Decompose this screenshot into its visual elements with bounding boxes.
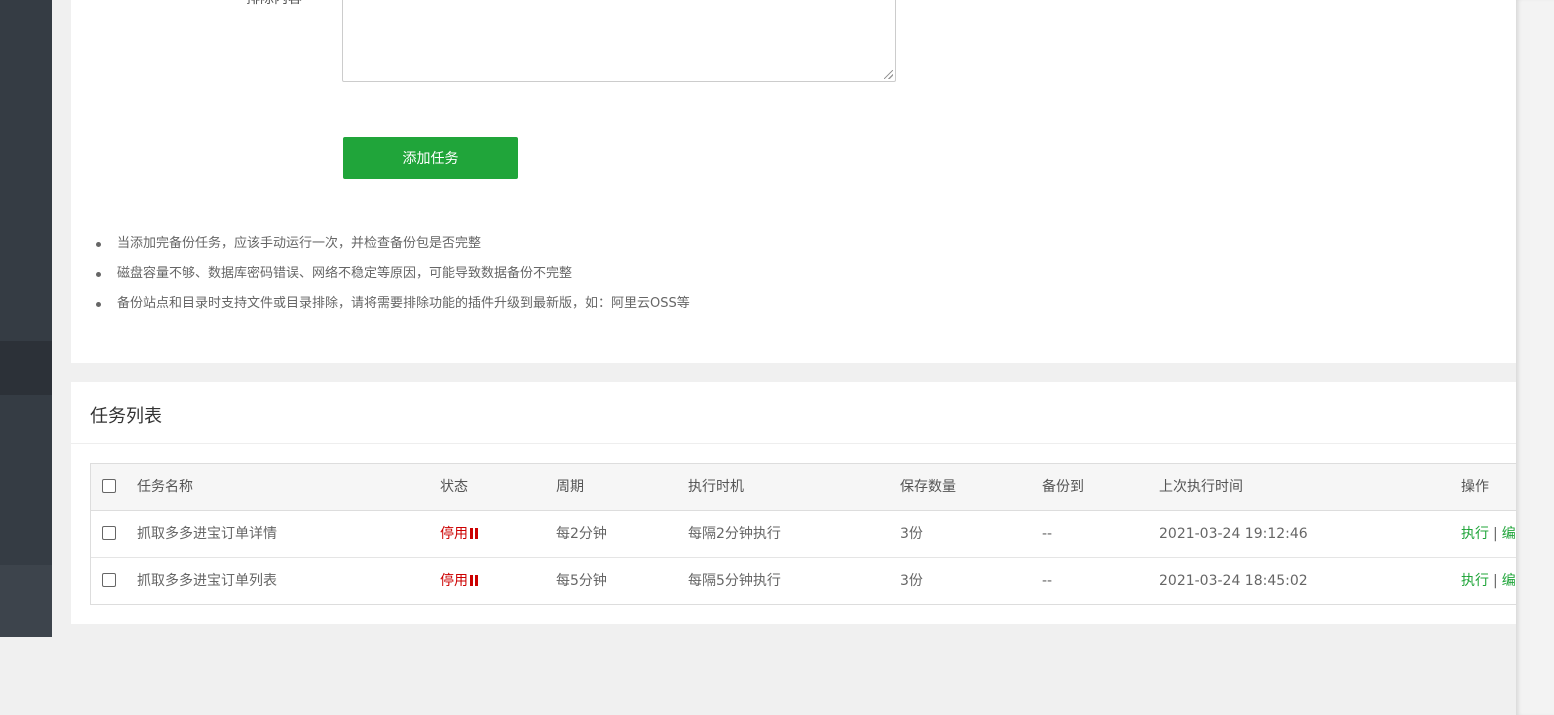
select-all-checkbox[interactable] [102,479,116,493]
column-header-cycle: 周期 [556,479,584,495]
status-label: 停用 [440,526,468,542]
run-link[interactable]: 执行 [1461,573,1489,589]
action-separator: | [1493,526,1498,542]
pause-icon [470,575,478,586]
resize-grip-icon[interactable] [884,70,893,79]
task-table: 任务名称 状态 周期 执行时机 保存数量 备份到 上次执行时间 操作 抓取多多进… [90,463,1516,605]
column-header-keep: 保存数量 [900,479,956,495]
scrollbar-track[interactable] [1516,0,1554,715]
status-toggle[interactable]: 停用 [440,558,478,604]
task-timing: 每隔2分钟执行 [688,526,781,542]
status-toggle[interactable]: 停用 [440,511,478,557]
divider [71,443,1516,444]
status-label: 停用 [440,573,468,589]
tip-item: 备份站点和目录时支持文件或目录排除，请将需要排除功能的插件升级到最新版，如：阿里… [94,292,690,322]
task-cycle: 每2分钟 [556,526,607,542]
edit-link[interactable]: 编 [1502,526,1516,542]
column-header-backup-to: 备份到 [1042,479,1084,495]
row-checkbox[interactable] [102,526,116,540]
task-list-title: 任务列表 [90,406,162,427]
run-link[interactable]: 执行 [1461,526,1489,542]
tip-item: 当添加完备份任务，应该手动运行一次，并检查备份包是否完整 [94,232,690,262]
row-checkbox[interactable] [102,573,116,587]
task-name: 抓取多多进宝订单详情 [137,526,277,542]
task-last-run: 2021-03-24 19:12:46 [1159,526,1308,542]
task-keep-count: 3份 [900,526,923,542]
sidebar-item[interactable] [0,565,52,637]
table-row: 抓取多多进宝订单详情 停用 每2分钟 每隔2分钟执行 3份 -- 2021-03… [91,511,1516,558]
table-row: 抓取多多进宝订单列表 停用 每5分钟 每隔5分钟执行 3份 -- 2021-03… [91,558,1516,604]
task-cycle: 每5分钟 [556,573,607,589]
task-backup-to: -- [1042,573,1053,589]
exclude-content-textarea[interactable] [342,0,896,82]
column-header-actions: 操作 [1461,479,1489,495]
column-header-last-run: 上次执行时间 [1159,479,1243,495]
column-header-timing: 执行时机 [688,479,744,495]
task-keep-count: 3份 [900,573,923,589]
sidebar [0,0,52,637]
action-separator: | [1493,573,1498,589]
exclude-content-label: 排除内容 [246,0,302,8]
tip-item: 磁盘容量不够、数据库密码错误、网络不稳定等原因，可能导致数据备份不完整 [94,262,690,292]
tips-list: 当添加完备份任务，应该手动运行一次，并检查备份包是否完整 磁盘容量不够、数据库密… [94,232,690,322]
task-actions: 执行 | 编 [1461,558,1516,604]
column-header-name: 任务名称 [137,479,193,495]
add-task-button[interactable]: 添加任务 [343,137,518,179]
task-actions: 执行 | 编 [1461,511,1516,557]
edit-link[interactable]: 编 [1502,573,1516,589]
task-last-run: 2021-03-24 18:45:02 [1159,573,1308,589]
task-name: 抓取多多进宝订单列表 [137,573,277,589]
task-backup-to: -- [1042,526,1053,542]
task-timing: 每隔5分钟执行 [688,573,781,589]
task-list-panel: 任务列表 任务名称 状态 周期 执行时机 保存数量 备份到 上次执行时间 操作 … [71,382,1516,624]
pause-icon [470,528,478,539]
column-header-status: 状态 [440,479,468,495]
sidebar-item-active[interactable] [0,341,52,395]
table-header-row: 任务名称 状态 周期 执行时机 保存数量 备份到 上次执行时间 操作 [91,464,1516,511]
